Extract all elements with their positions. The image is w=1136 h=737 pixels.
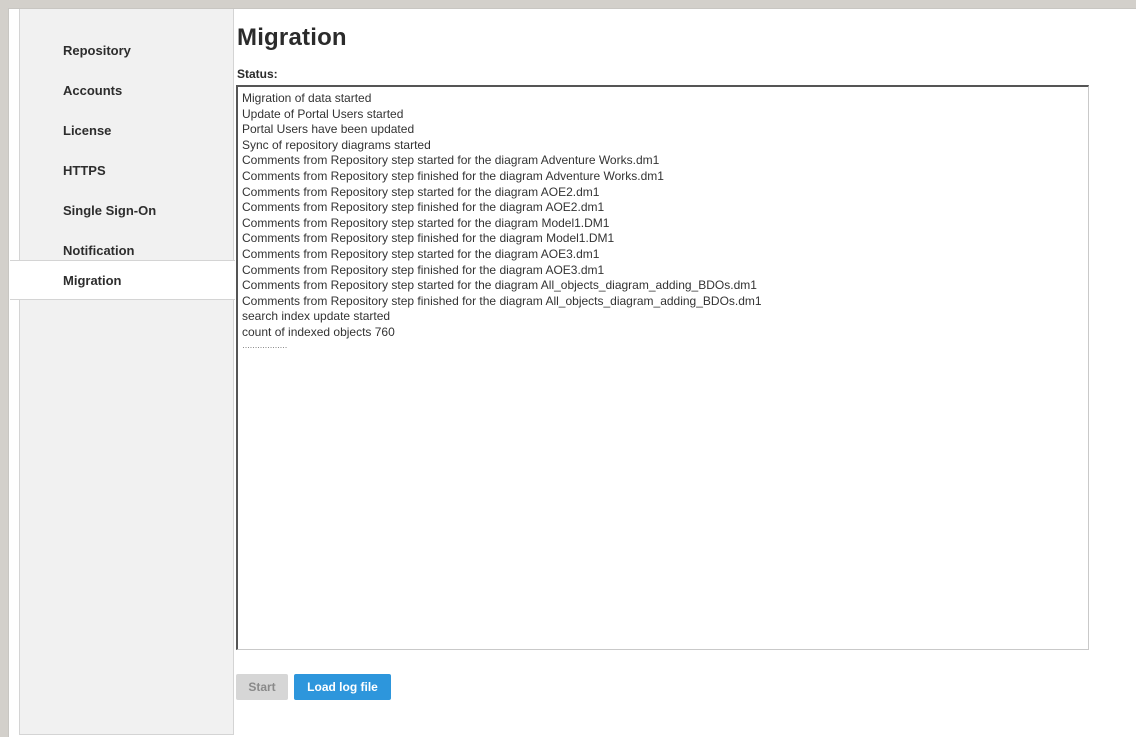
log-line: Update of Portal Users started [242, 106, 404, 121]
log-line: Comments from Repository step finished f… [242, 293, 762, 308]
log-line: Comments from Repository step started fo… [242, 215, 610, 230]
log-line: Sync of repository diagrams started [242, 137, 431, 152]
sidebar-item-accounts[interactable]: Accounts [20, 71, 234, 111]
page-title: Migration [237, 24, 347, 51]
log-line: Comments from Repository step started fo… [242, 278, 757, 293]
log-line: Comments from Repository step started fo… [242, 246, 600, 261]
log-line: Comments from Repository step finished f… [242, 200, 605, 215]
log-lines: Migration of data started Update of Porta… [242, 91, 1084, 341]
sidebar-item-migration[interactable]: Migration [10, 260, 235, 300]
log-line: Comments from Repository step finished f… [242, 262, 605, 277]
log-line: Migration of data started [242, 91, 372, 105]
sidebar-item-repository[interactable]: Repository [20, 31, 234, 71]
log-line: Comments from Repository step finished f… [242, 231, 615, 246]
log-line: count of indexed objects 760 [242, 324, 395, 339]
sidebar-item-https[interactable]: HTTPS [20, 151, 234, 191]
status-log-textarea[interactable]: Migration of data started Update of Porta… [236, 85, 1089, 650]
sidebar-item-license[interactable]: License [20, 111, 234, 151]
start-button[interactable]: Start [236, 674, 288, 700]
sidebar-item-single-sign-on[interactable]: Single Sign-On [20, 191, 234, 231]
log-line: search index update started [242, 309, 391, 324]
log-line: Portal Users have been updated [242, 122, 415, 137]
load-log-file-button[interactable]: Load log file [294, 674, 391, 700]
log-trailing-ellipsis: ……………… [242, 340, 288, 350]
log-line: Comments from Repository step finished f… [242, 168, 664, 183]
status-label: Status: [237, 67, 278, 81]
settings-sidebar: Repository Accounts License HTTPS Single… [10, 9, 235, 735]
log-line: Comments from Repository step started fo… [242, 153, 660, 168]
log-line: Comments from Repository step started fo… [242, 184, 600, 199]
